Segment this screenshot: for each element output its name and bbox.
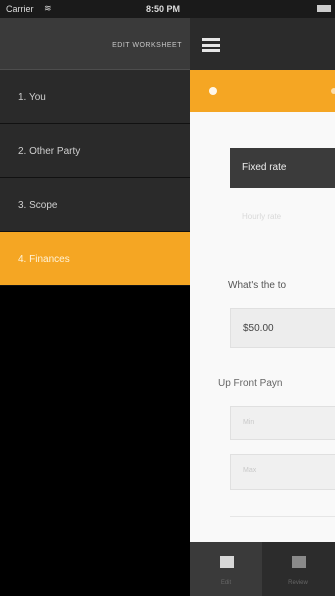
tab-label: Edit <box>220 580 232 586</box>
rate-type-option-label: Hourly rate <box>242 212 282 221</box>
progress-band <box>190 70 335 112</box>
drawer-item-label: 3. Scope <box>18 200 58 211</box>
upfront-max-field[interactable]: Max <box>230 454 335 490</box>
placeholder: Max <box>243 467 257 474</box>
drawer-item-finances[interactable]: 4. Finances <box>0 232 190 286</box>
amount-value: $50.00 <box>243 323 274 334</box>
total-question-label: What's the to <box>228 280 287 291</box>
drawer-empty-area <box>0 286 190 586</box>
clock: 8:50 PM <box>146 4 181 14</box>
drawer-item-label: 2. Other Party <box>18 146 81 157</box>
rate-type-selected[interactable]: Fixed rate <box>230 148 335 188</box>
drawer-header: EDIT WORKSHEET <box>0 18 190 70</box>
drawer-item-label: 1. You <box>18 92 46 103</box>
top-bar <box>190 18 335 70</box>
rate-type-label: Fixed rate <box>242 162 287 173</box>
wifi-icon: ≋ <box>44 3 52 13</box>
tab-label: Review <box>288 580 308 586</box>
divider <box>230 516 335 517</box>
edit-icon <box>220 556 234 568</box>
upfront-payment-label: Up Front Payn <box>218 378 283 389</box>
tab-review[interactable]: Review <box>262 542 334 596</box>
carrier-label: Carrier <box>6 4 34 14</box>
drawer-item-scope[interactable]: 3. Scope <box>0 178 190 232</box>
upfront-min-field[interactable]: Min <box>230 406 335 440</box>
progress-dot-icon <box>209 87 217 95</box>
menu-icon[interactable] <box>202 38 220 52</box>
main-panel: Fixed rate Hourly rate What's the to $50… <box>190 18 335 596</box>
amount-field[interactable]: $50.00 <box>230 308 335 348</box>
drawer-title: EDIT WORKSHEET <box>112 42 182 49</box>
tab-edit[interactable]: Edit <box>190 542 262 596</box>
drawer-item-label: 4. Finances <box>18 254 70 265</box>
drawer-item-other-party[interactable]: 2. Other Party <box>0 124 190 178</box>
placeholder: Min <box>243 419 255 426</box>
status-bar: Carrier ≋ 8:50 PM <box>0 0 335 18</box>
review-icon <box>292 556 306 568</box>
side-drawer: EDIT WORKSHEET 1. You 2. Other Party 3. … <box>0 18 190 596</box>
tab-bar: Edit Review <box>190 542 335 596</box>
progress-dot-icon <box>331 88 335 94</box>
rate-type-option[interactable]: Hourly rate <box>230 200 335 234</box>
drawer-item-you[interactable]: 1. You <box>0 70 190 124</box>
form-content: Fixed rate Hourly rate What's the to $50… <box>190 112 335 542</box>
battery-icon <box>317 5 331 12</box>
